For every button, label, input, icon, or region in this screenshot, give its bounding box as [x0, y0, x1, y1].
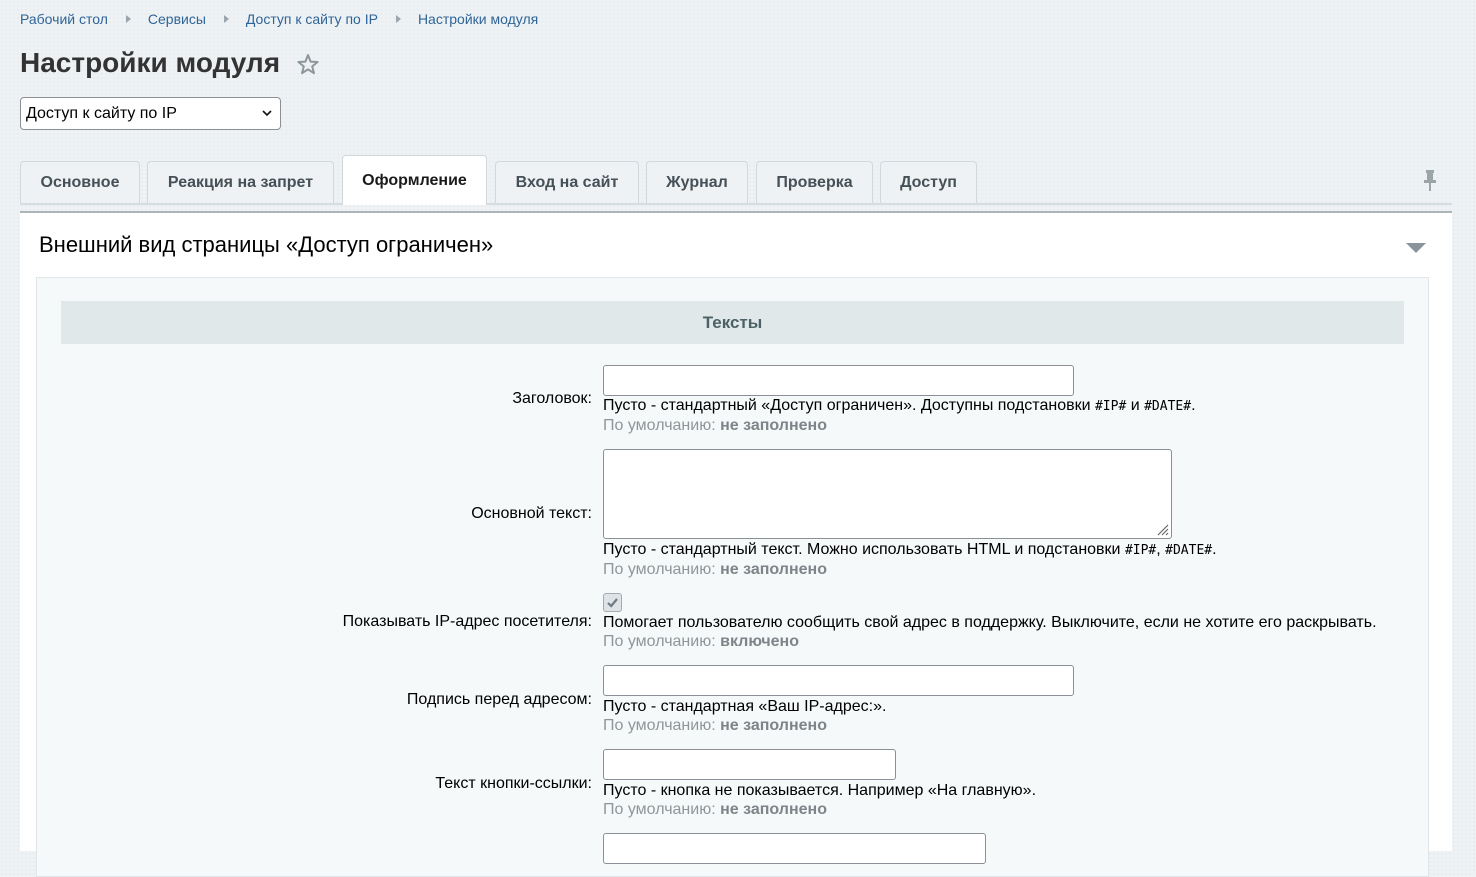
settings-panel: Внешний вид страницы «Доступ ограничен» … — [20, 211, 1452, 877]
body-text-textarea[interactable] — [603, 449, 1172, 539]
checkmark-icon — [607, 598, 618, 608]
body-text-default: По умолчанию: не заполнено — [603, 561, 827, 578]
button-text-default: По умолчанию: не заполнено — [603, 801, 827, 818]
body-text-hint: Пусто - стандартный текст. Можно использ… — [603, 541, 1217, 558]
module-select-value: Доступ к сайту по IP — [26, 104, 177, 122]
resize-handle-icon[interactable] — [1155, 522, 1169, 536]
star-icon[interactable] — [296, 53, 320, 75]
breadcrumb-item-module-settings[interactable]: Настройки модуля — [418, 11, 538, 27]
ip-caption-input[interactable] — [603, 665, 1074, 696]
tab-deny-reaction[interactable]: Реакция на запрет — [147, 161, 334, 203]
show-ip-label: Показывать IP-адрес посетителя: — [342, 613, 592, 630]
button-text-input[interactable] — [603, 749, 896, 780]
pin-icon[interactable] — [1421, 168, 1439, 192]
heading-default: По умолчанию: не заполнено — [603, 417, 827, 434]
show-ip-hint: Помогает пользователю сообщить свой адре… — [603, 614, 1377, 631]
tab-main[interactable]: Основное — [20, 161, 140, 203]
ip-caption-label: Подпись перед адресом: — [406, 691, 592, 708]
breadcrumb-separator-icon — [223, 15, 229, 23]
group-header-texts: Тексты — [61, 301, 1404, 344]
tab-access[interactable]: Доступ — [880, 161, 977, 203]
tab-check[interactable]: Проверка — [756, 161, 873, 203]
heading-hint: Пусто - стандартный «Доступ ограничен». … — [603, 397, 1196, 414]
tabs-divider — [20, 203, 1452, 205]
module-select[interactable]: Доступ к сайту по IP — [20, 97, 281, 130]
heading-label: Заголовок: — [512, 390, 592, 407]
breadcrumb-separator-icon — [125, 15, 131, 23]
breadcrumb-separator-icon — [395, 15, 401, 23]
section-title: Внешний вид страницы «Доступ ограничен» — [39, 232, 494, 257]
ip-caption-hint: Пусто - стандартная «Ваш IP-адрес:». — [603, 698, 887, 715]
page-title: Настройки модуля — [20, 47, 281, 78]
breadcrumb-item-ip-access[interactable]: Доступ к сайту по IP — [246, 11, 378, 27]
tab-appearance[interactable]: Оформление — [342, 155, 487, 205]
button-text-hint: Пусто - кнопка не показывается. Например… — [603, 782, 1037, 799]
body-text-label: Основной текст: — [471, 505, 592, 522]
tab-site-login[interactable]: Вход на сайт — [495, 161, 639, 203]
chevron-down-icon — [262, 110, 272, 117]
breadcrumb-item-services[interactable]: Сервисы — [148, 11, 206, 27]
section-body: Тексты Заголовок: Пусто - стандартный «Д… — [36, 277, 1429, 877]
collapse-triangle-icon[interactable] — [1406, 242, 1426, 254]
tab-log[interactable]: Журнал — [646, 161, 748, 203]
button-text-label: Текст кнопки-ссылки: — [435, 775, 592, 792]
breadcrumb-item-desktop[interactable]: Рабочий стол — [20, 11, 108, 27]
breadcrumb: Рабочий стол Сервисы Доступ к сайту по I… — [20, 10, 538, 28]
ip-caption-default: По умолчанию: не заполнено — [603, 717, 827, 734]
heading-input[interactable] — [603, 365, 1074, 396]
show-ip-checkbox[interactable] — [603, 593, 622, 612]
show-ip-default: По умолчанию: включено — [603, 633, 799, 650]
